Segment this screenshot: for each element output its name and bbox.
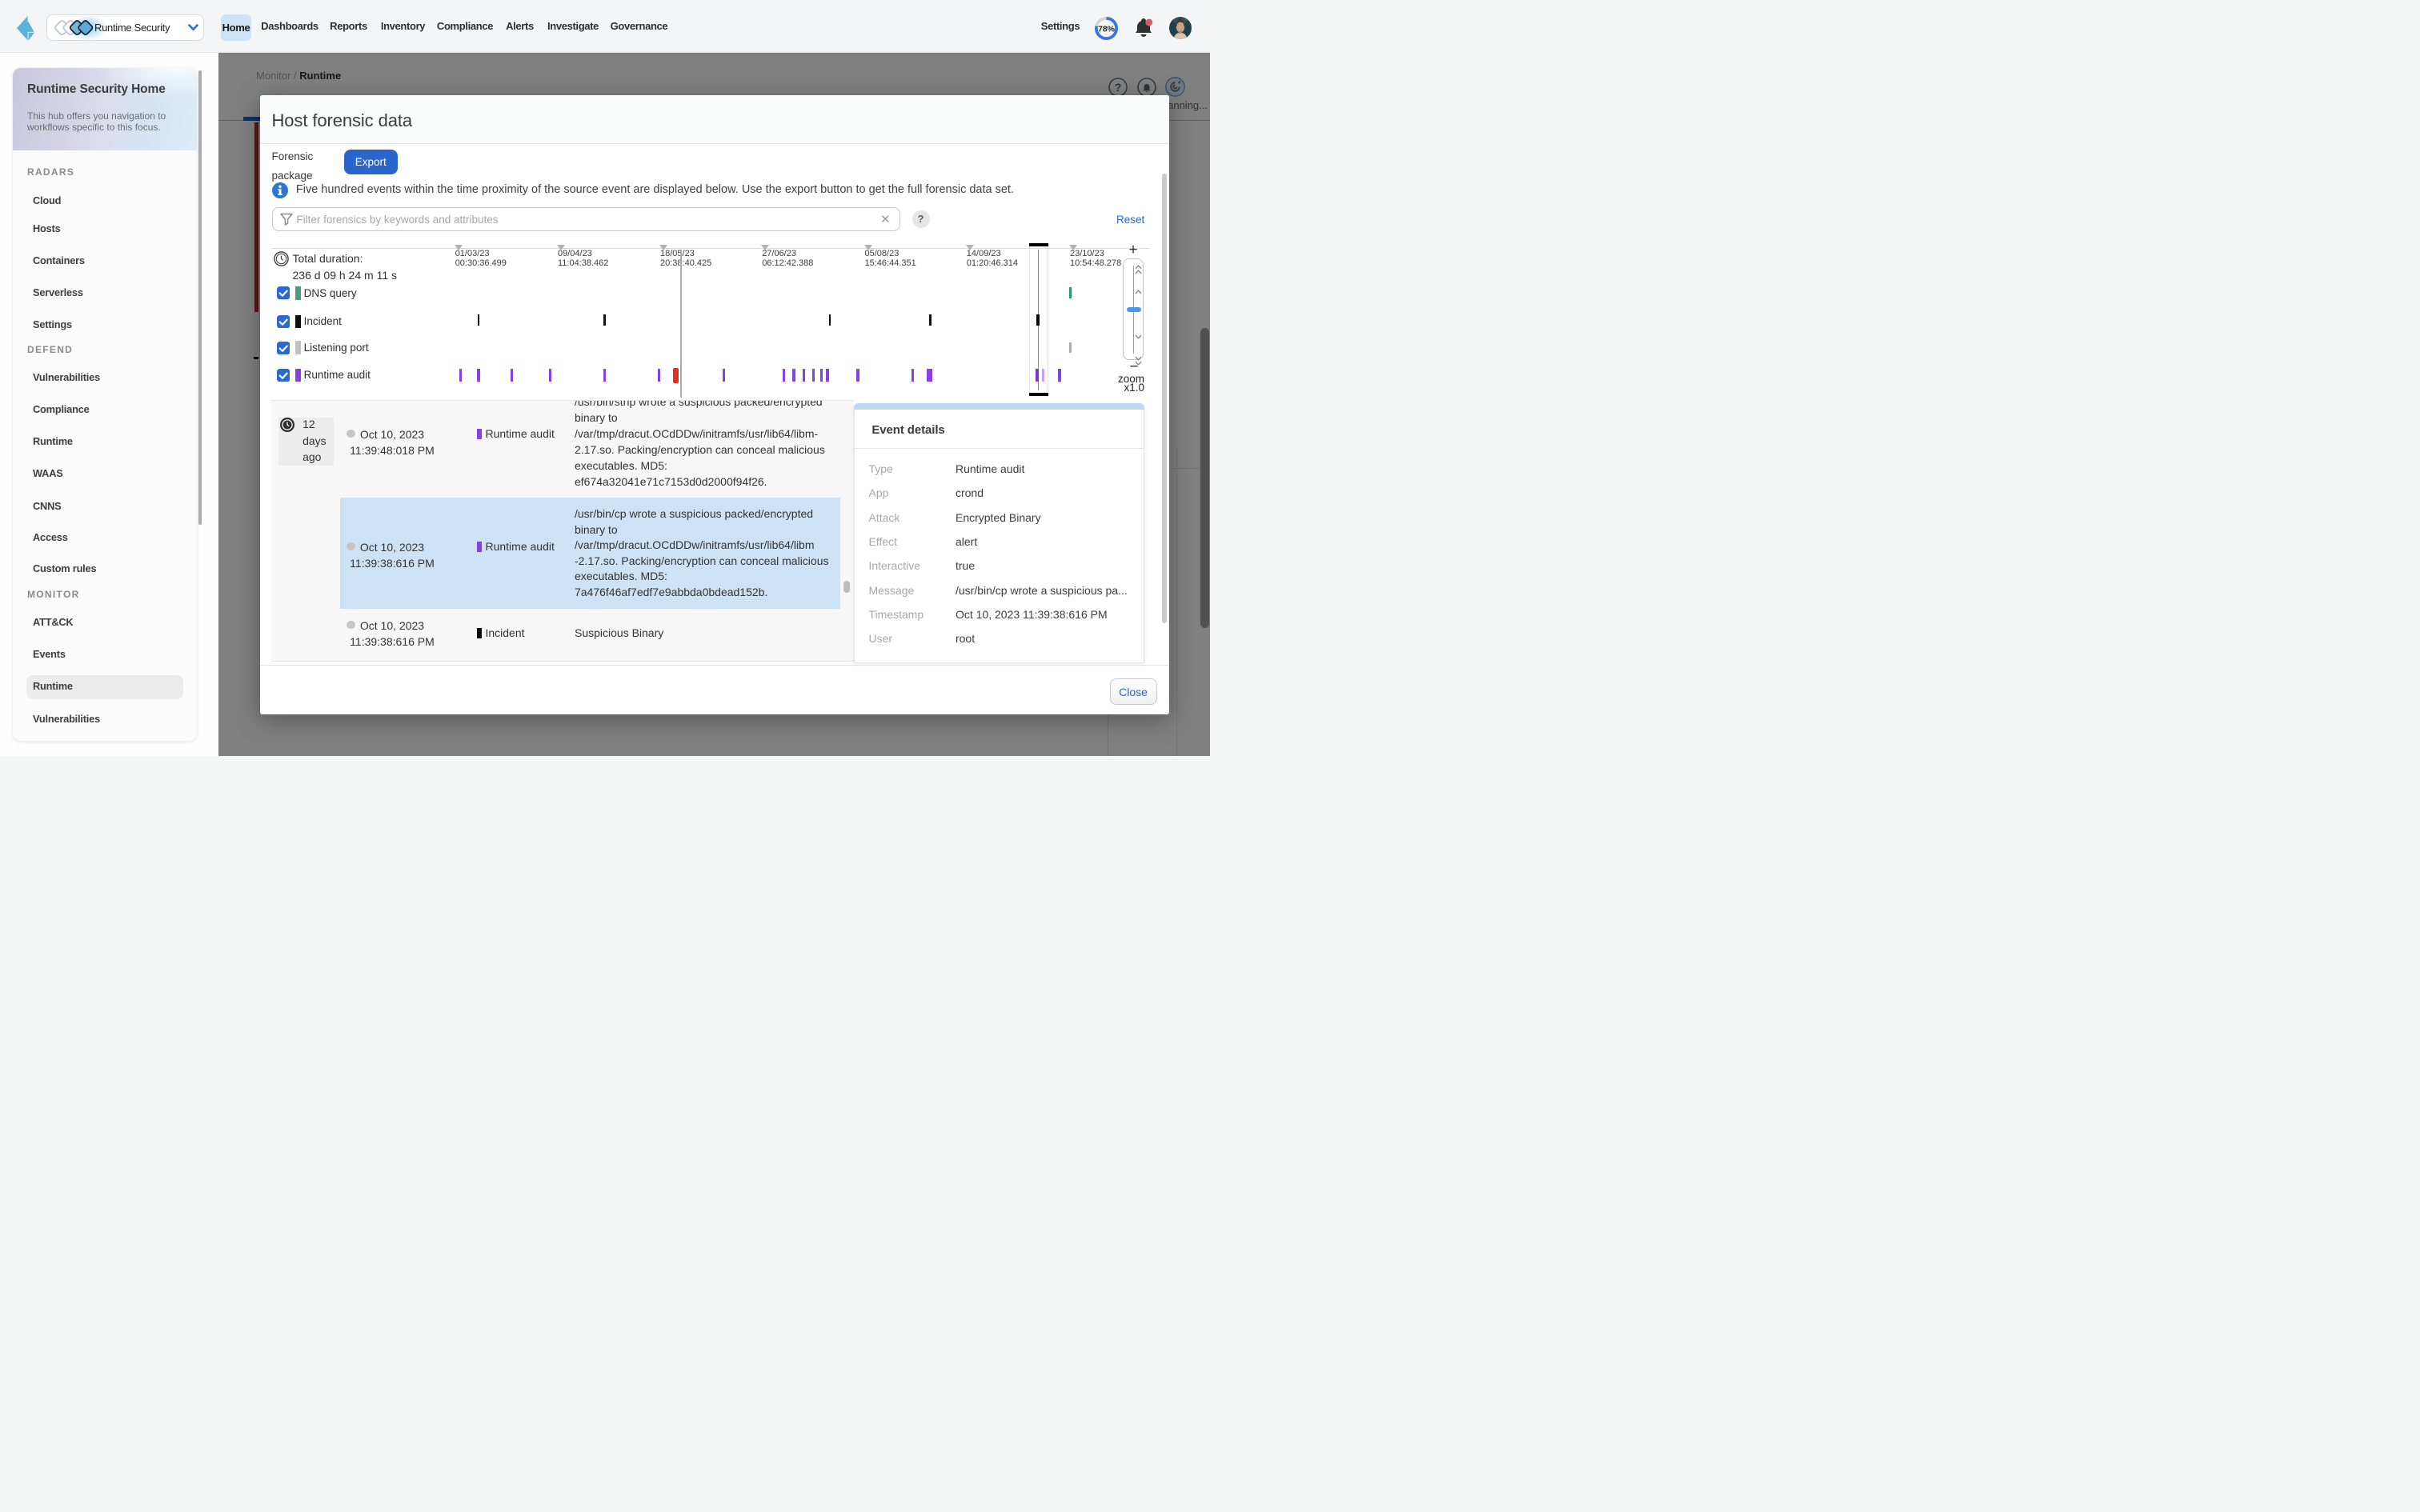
svg-text:78%: 78% [1098,24,1116,34]
